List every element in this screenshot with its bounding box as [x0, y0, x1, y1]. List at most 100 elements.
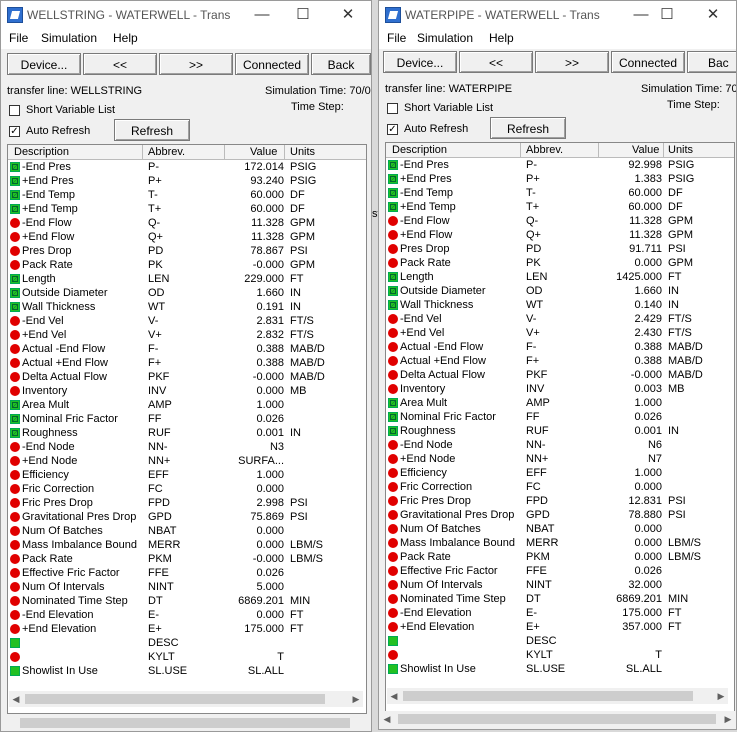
table-row[interactable]: Fric Pres Drop FPD 12.831 PSI — [386, 494, 734, 508]
table-row[interactable]: Pack Rate PK -0.000 GPM — [8, 258, 366, 272]
variable-grid[interactable]: Description Abbrev. Value Units -End Pre… — [7, 144, 367, 714]
table-row[interactable]: Nominated Time Step DT 6869.201 MIN — [8, 594, 366, 608]
col-value[interactable]: Value — [250, 146, 277, 158]
maximize-button[interactable]: ☐ — [281, 1, 325, 29]
auto-refresh-checkbox[interactable]: ✓ — [387, 124, 398, 135]
table-row[interactable]: Gravitational Pres Drop GPD 75.869 PSI — [8, 510, 366, 524]
table-row[interactable]: Wall Thickness WT 0.140 IN — [386, 298, 734, 312]
table-row[interactable]: -End Elevation E- 175.000 FT — [386, 606, 734, 620]
table-row[interactable]: -End Elevation E- 0.000 FT — [8, 608, 366, 622]
next-button[interactable]: >> — [159, 53, 233, 75]
table-row[interactable]: -End Node NN- N6 — [386, 438, 734, 452]
table-row[interactable]: Mass Imbalance Bound MERR 0.000 LBM/S — [8, 538, 366, 552]
next-button[interactable]: >> — [535, 51, 609, 73]
scroll-right-icon[interactable]: ▶ — [349, 691, 363, 707]
table-row[interactable]: Roughness RUF 0.001 IN — [8, 426, 366, 440]
table-row[interactable]: Showlist In Use SL.USE SL.ALL — [8, 664, 366, 678]
table-row[interactable]: Nominal Fric Factor FF 0.026 — [386, 410, 734, 424]
window-horizontal-scrollbar[interactable]: ◀ ▶ — [380, 711, 735, 727]
table-row[interactable]: Area Mult AMP 1.000 — [8, 398, 366, 412]
window-horizontal-scrollbar[interactable] — [2, 715, 370, 731]
scroll-left-icon[interactable]: ◀ — [380, 711, 394, 727]
table-row[interactable]: Num Of Batches NBAT 0.000 — [8, 524, 366, 538]
menu-simulation[interactable]: Simulation — [41, 31, 97, 45]
col-value[interactable]: Value — [632, 144, 659, 156]
table-row[interactable]: -End Temp T- 60.000 DF — [8, 188, 366, 202]
grid-horizontal-scrollbar[interactable]: ◀ ▶ — [9, 691, 363, 707]
menu-help[interactable]: Help — [489, 31, 514, 45]
table-row[interactable]: +End Pres P+ 1.383 PSIG — [386, 172, 734, 186]
refresh-button[interactable]: Refresh — [114, 119, 190, 141]
table-row[interactable]: Effective Fric Factor FFE 0.026 — [386, 564, 734, 578]
table-row[interactable]: Efficiency EFF 1.000 — [8, 468, 366, 482]
table-row[interactable]: Num Of Intervals NINT 32.000 — [386, 578, 734, 592]
scroll-thumb[interactable] — [403, 691, 693, 701]
table-row[interactable]: Fric Pres Drop FPD 2.998 PSI — [8, 496, 366, 510]
table-row[interactable]: +End Temp T+ 60.000 DF — [386, 200, 734, 214]
table-row[interactable]: Delta Actual Flow PKF -0.000 MAB/D — [8, 370, 366, 384]
table-row[interactable]: Fric Correction FC 0.000 — [8, 482, 366, 496]
table-row[interactable]: Outside Diameter OD 1.660 IN — [8, 286, 366, 300]
table-row[interactable]: Actual +End Flow F+ 0.388 MAB/D — [8, 356, 366, 370]
table-row[interactable]: +End Vel V+ 2.832 FT/S — [8, 328, 366, 342]
table-row[interactable]: +End Vel V+ 2.430 FT/S — [386, 326, 734, 340]
table-row[interactable]: Mass Imbalance Bound MERR 0.000 LBM/S — [386, 536, 734, 550]
table-row[interactable]: Showlist In Use SL.USE SL.ALL — [386, 662, 734, 676]
col-units[interactable]: Units — [290, 146, 315, 158]
table-row[interactable]: +End Temp T+ 60.000 DF — [8, 202, 366, 216]
scroll-thumb[interactable] — [25, 694, 325, 704]
minimize-button[interactable]: — — [240, 1, 284, 29]
scroll-right-icon[interactable]: ▶ — [714, 688, 728, 704]
table-row[interactable]: KYLT T — [386, 648, 734, 662]
device-button[interactable]: Device... — [383, 51, 457, 73]
window-scroll-thumb[interactable] — [20, 718, 350, 728]
col-description[interactable]: Description — [14, 146, 69, 158]
short-variable-checkbox[interactable] — [387, 103, 398, 114]
table-row[interactable]: -End Temp T- 60.000 DF — [386, 186, 734, 200]
window-scroll-thumb[interactable] — [398, 714, 716, 724]
table-row[interactable]: +End Flow Q+ 11.328 GPM — [386, 228, 734, 242]
maximize-button[interactable]: ☐ — [645, 1, 689, 29]
device-button[interactable]: Device... — [7, 53, 81, 75]
table-row[interactable]: Actual -End Flow F- 0.388 MAB/D — [8, 342, 366, 356]
close-button[interactable]: ✕ — [691, 1, 735, 29]
menu-help[interactable]: Help — [113, 31, 138, 45]
back-button[interactable]: Bac — [687, 51, 736, 73]
table-row[interactable]: Gravitational Pres Drop GPD 78.880 PSI — [386, 508, 734, 522]
scroll-left-icon[interactable]: ◀ — [387, 688, 401, 704]
table-row[interactable]: Pack Rate PKM 0.000 LBM/S — [386, 550, 734, 564]
table-row[interactable]: Pack Rate PK 0.000 GPM — [386, 256, 734, 270]
grid-horizontal-scrollbar[interactable]: ◀ ▶ — [387, 688, 728, 704]
table-row[interactable]: Nominated Time Step DT 6869.201 MIN — [386, 592, 734, 606]
table-row[interactable]: Roughness RUF 0.001 IN — [386, 424, 734, 438]
scroll-left-icon[interactable]: ◀ — [9, 691, 23, 707]
menu-simulation[interactable]: Simulation — [417, 31, 473, 45]
back-button[interactable]: Back — [311, 53, 371, 75]
table-row[interactable]: Delta Actual Flow PKF -0.000 MAB/D — [386, 368, 734, 382]
variable-grid[interactable]: Description Abbrev. Value Units -End Pre… — [385, 142, 735, 712]
table-row[interactable]: -End Pres P- 92.998 PSIG — [386, 158, 734, 172]
table-row[interactable]: Outside Diameter OD 1.660 IN — [386, 284, 734, 298]
connected-button[interactable]: Connected — [235, 53, 309, 75]
table-row[interactable]: +End Flow Q+ 11.328 GPM — [8, 230, 366, 244]
table-row[interactable]: DESC — [8, 636, 366, 650]
table-row[interactable]: Inventory INV 0.003 MB — [386, 382, 734, 396]
short-variable-checkbox[interactable] — [9, 105, 20, 116]
prev-button[interactable]: << — [459, 51, 533, 73]
table-row[interactable]: Efficiency EFF 1.000 — [386, 466, 734, 480]
table-row[interactable]: +End Node NN+ SURFA... — [8, 454, 366, 468]
table-row[interactable]: Inventory INV 0.000 MB — [8, 384, 366, 398]
table-row[interactable]: Num Of Intervals NINT 5.000 — [8, 580, 366, 594]
connected-button[interactable]: Connected — [611, 51, 685, 73]
scroll-right-icon[interactable]: ▶ — [721, 711, 735, 727]
table-row[interactable]: Pres Drop PD 78.867 PSI — [8, 244, 366, 258]
table-row[interactable]: +End Node NN+ N7 — [386, 452, 734, 466]
table-row[interactable]: Actual -End Flow F- 0.388 MAB/D — [386, 340, 734, 354]
prev-button[interactable]: << — [83, 53, 157, 75]
table-row[interactable]: Length LEN 1425.000 FT — [386, 270, 734, 284]
table-row[interactable]: Effective Fric Factor FFE 0.026 — [8, 566, 366, 580]
table-row[interactable]: Wall Thickness WT 0.191 IN — [8, 300, 366, 314]
table-row[interactable]: Actual +End Flow F+ 0.388 MAB/D — [386, 354, 734, 368]
table-row[interactable]: Nominal Fric Factor FF 0.026 — [8, 412, 366, 426]
table-row[interactable]: -End Vel V- 2.429 FT/S — [386, 312, 734, 326]
